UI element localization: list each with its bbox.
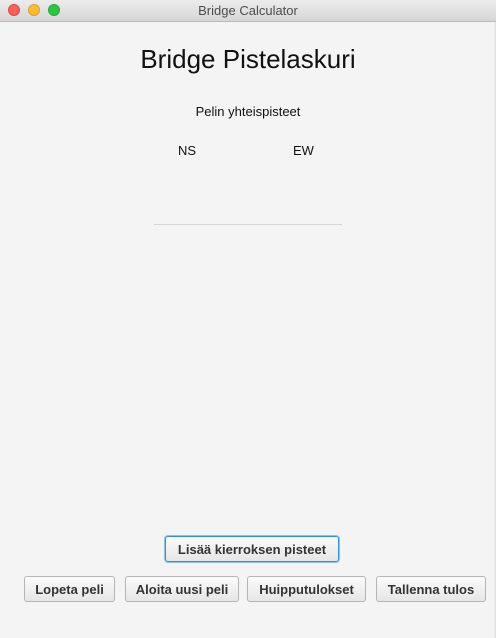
window-title: Bridge Calculator — [198, 3, 298, 18]
team-ew-label: EW — [293, 143, 314, 158]
title-bar[interactable]: Bridge Calculator — [0, 0, 496, 22]
add-round-points-button[interactable]: Lisää kierroksen pisteet — [165, 536, 339, 562]
total-score-label: Pelin yhteispisteet — [195, 104, 301, 119]
app-window: Bridge Calculator Bridge Pistelaskuri Pe… — [0, 0, 496, 638]
score-divider — [154, 224, 342, 225]
save-result-button[interactable]: Tallenna tulos — [376, 576, 486, 602]
new-game-button[interactable]: Aloita uusi peli — [125, 576, 239, 602]
page-title: Bridge Pistelaskuri — [140, 44, 356, 74]
end-game-button[interactable]: Lopeta peli — [24, 576, 115, 602]
high-scores-button[interactable]: Huipputulokset — [247, 576, 366, 602]
team-ns-label: NS — [178, 143, 197, 158]
